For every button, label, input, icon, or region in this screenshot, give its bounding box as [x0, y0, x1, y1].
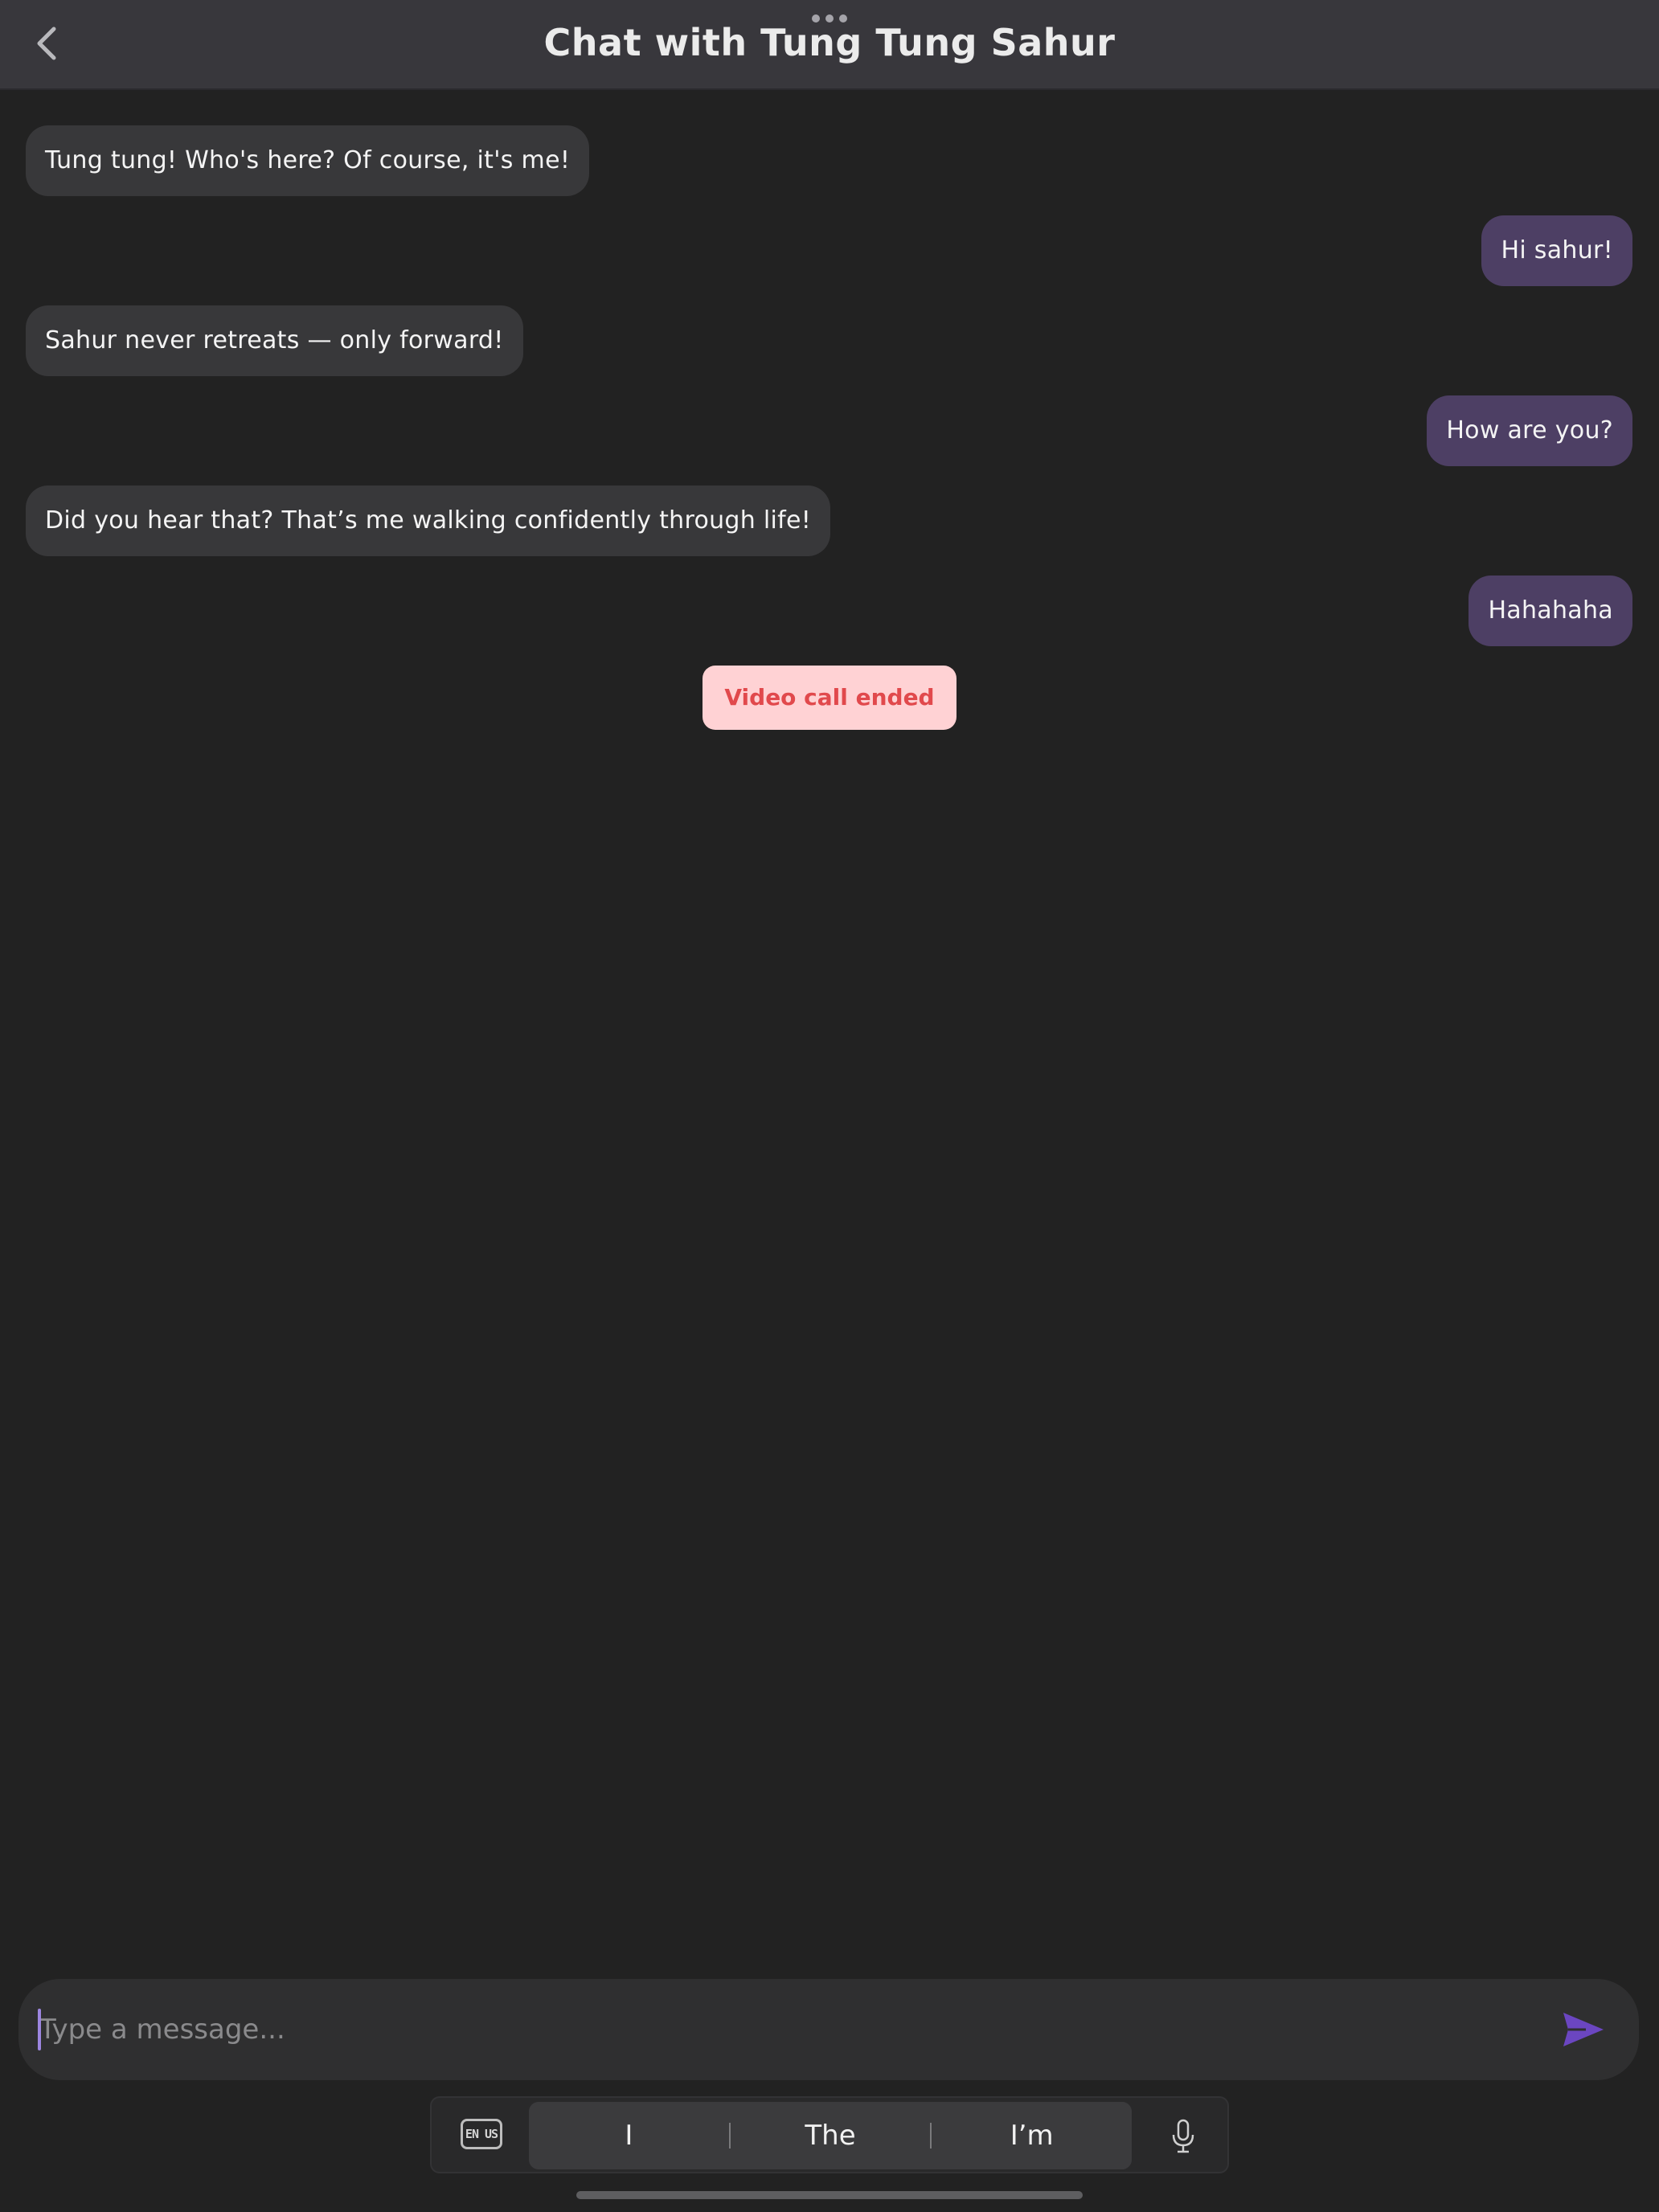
message-bubble-incoming: Did you hear that? That’s me walking con… — [26, 485, 831, 556]
message-bubble-outgoing: Hi sahur! — [1481, 215, 1632, 286]
video-call-ended-notice: Video call ended — [703, 666, 956, 730]
dictation-button[interactable] — [1171, 2119, 1195, 2154]
home-indicator[interactable] — [576, 2191, 1083, 2199]
keyboard-language-button[interactable]: EN US — [461, 2119, 502, 2149]
page-title: Chat with Tung Tung Sahur — [543, 21, 1116, 64]
suggestion-item[interactable]: I’m — [932, 2120, 1132, 2152]
suggestion-strip: I The I’m — [529, 2102, 1132, 2169]
suggestion-item[interactable]: I — [529, 2120, 729, 2152]
message-bubble-incoming: Sahur never retreats — only forward! — [26, 305, 523, 376]
suggestion-item[interactable]: The — [731, 2120, 931, 2152]
message-composer — [18, 1979, 1639, 2080]
text-caret — [38, 2009, 41, 2050]
microphone-icon — [1172, 2119, 1194, 2153]
send-icon — [1563, 2013, 1604, 2046]
message-bubble-outgoing: How are you? — [1427, 395, 1632, 466]
send-button[interactable] — [1562, 2009, 1605, 2050]
chat-header: Chat with Tung Tung Sahur — [0, 0, 1659, 90]
message-bubble-incoming: Tung tung! Who's here? Of course, it's m… — [26, 125, 590, 196]
keyboard-suggestion-bar: EN US I The I’m — [430, 2096, 1229, 2173]
message-bubble-outgoing: Hahahaha — [1469, 576, 1632, 646]
message-input[interactable] — [39, 1995, 1550, 2064]
